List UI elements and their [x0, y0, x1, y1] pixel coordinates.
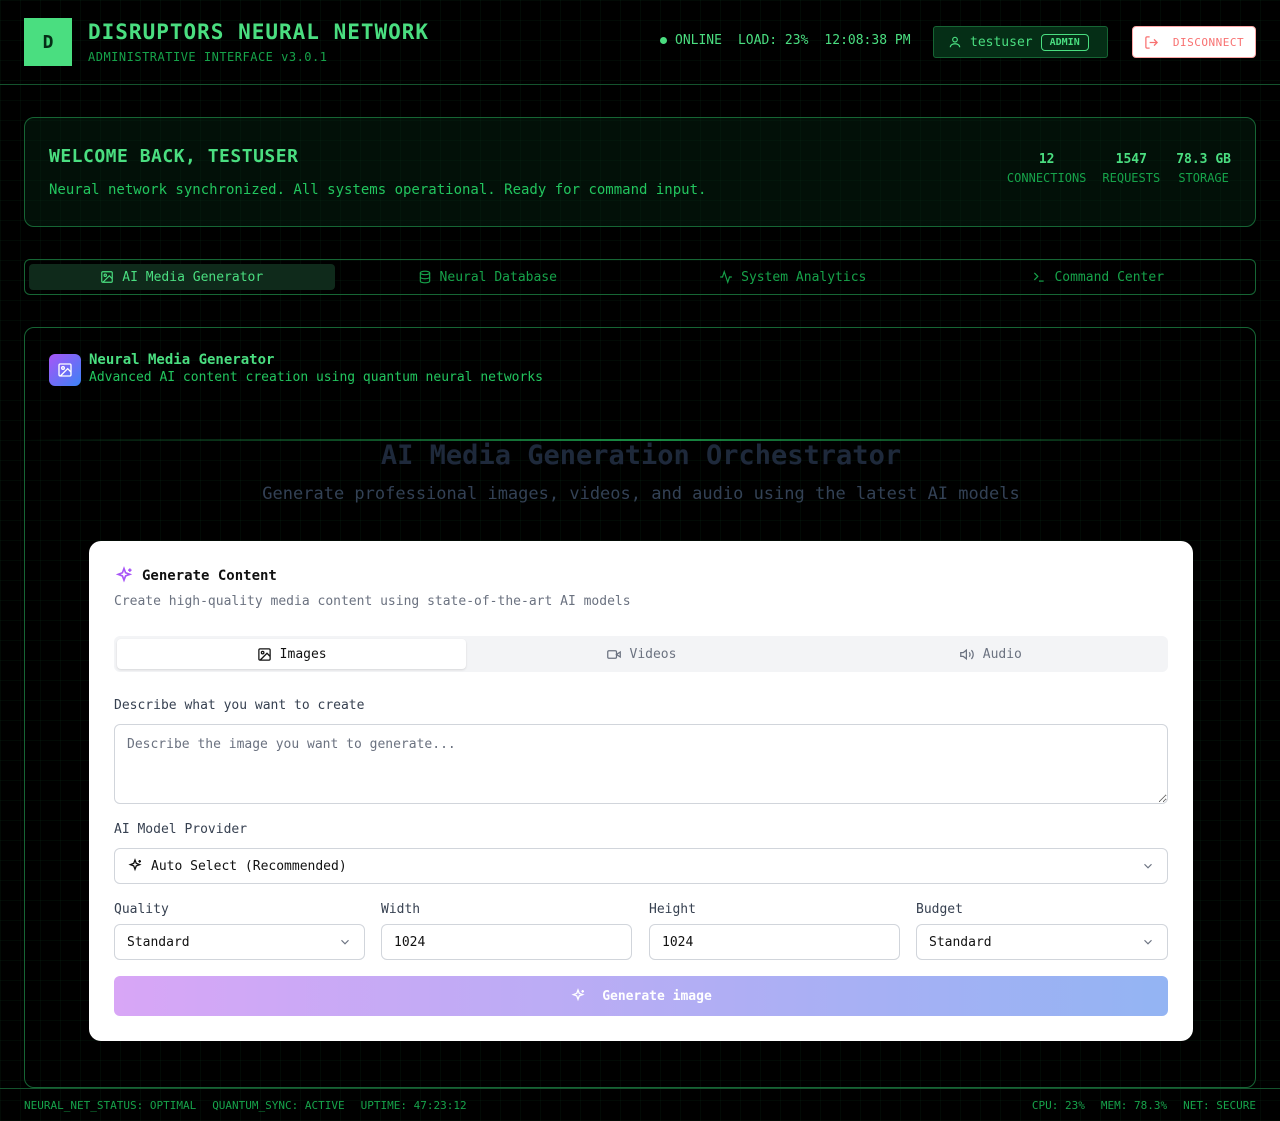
welcome-banner: WELCOME BACK, TESTUSER Neural network sy… — [24, 117, 1256, 227]
footer-left: NEURAL_NET_STATUS: OPTIMAL QUANTUM_SYNC:… — [24, 1099, 467, 1112]
sparkles-icon — [570, 988, 586, 1004]
chevron-down-icon — [338, 935, 352, 949]
media-type-tabs: Images Videos Audio — [114, 636, 1168, 672]
sparkles-icon — [114, 566, 134, 586]
user-icon — [948, 35, 962, 49]
image-icon — [49, 354, 81, 386]
tab-ai-media-generator[interactable]: AI Media Generator — [29, 264, 335, 290]
card-subtitle: Create high-quality media content using … — [114, 594, 631, 609]
status-footer: NEURAL_NET_STATUS: OPTIMAL QUANTUM_SYNC:… — [0, 1088, 1280, 1121]
terminal-icon — [1032, 270, 1046, 284]
tab-label: System Analytics — [741, 269, 867, 285]
quality-select[interactable]: Standard — [114, 924, 365, 960]
image-icon — [257, 647, 272, 662]
database-icon — [418, 270, 432, 284]
orchestrator-title: AI Media Generation Orchestrator — [380, 440, 902, 471]
activity-icon — [719, 270, 733, 284]
tab-label: Images — [279, 646, 327, 662]
generate-label: Generate image — [602, 988, 712, 1004]
stat-connections: 12 CONNECTIONS — [1007, 152, 1086, 185]
quality-value: Standard — [127, 934, 190, 950]
clock: 12:08:38 PM — [824, 33, 911, 48]
chevron-down-icon — [1141, 859, 1155, 873]
stat-requests: 1547 REQUESTS — [1102, 152, 1160, 185]
status-dot-icon — [660, 37, 667, 44]
welcome-message: Neural network synchronized. All systems… — [49, 182, 707, 198]
height-input[interactable] — [649, 924, 900, 960]
tab-videos[interactable]: Videos — [466, 639, 815, 669]
stats-group: 12 CONNECTIONS 1547 REQUESTS 78.3 GB STO… — [1007, 152, 1231, 185]
prompt-textarea[interactable] — [114, 724, 1168, 804]
logout-icon — [1144, 35, 1159, 50]
budget-value: Standard — [929, 934, 992, 950]
generate-content-card: Generate Content Create high-quality med… — [89, 541, 1193, 1041]
media-generator-panel: Neural Media Generator Advanced AI conte… — [24, 327, 1256, 1088]
footer-cpu: CPU: 23% — [1031, 1099, 1085, 1112]
tab-neural-database[interactable]: Neural Database — [335, 264, 641, 290]
footer-right: CPU: 23% MEM: 78.3% NET: SECURE — [1032, 1099, 1256, 1112]
tab-images[interactable]: Images — [117, 639, 467, 669]
budget-select[interactable]: Standard — [916, 924, 1168, 960]
card-title: Generate Content — [114, 566, 277, 586]
video-icon — [606, 647, 622, 662]
welcome-title: WELCOME BACK, TESTUSER — [49, 146, 299, 167]
height-label: Height — [649, 902, 696, 917]
tab-label: Audio — [982, 646, 1022, 662]
orchestrator-subtitle: Generate professional images, videos, an… — [262, 484, 1020, 504]
tab-command-center[interactable]: Command Center — [946, 264, 1252, 290]
image-icon — [100, 270, 114, 284]
stat-value: 78.3 GB — [1176, 152, 1231, 167]
sparkles-icon — [127, 858, 143, 874]
card-title-text: Generate Content — [142, 568, 277, 584]
stat-value: 12 — [1038, 152, 1055, 167]
status-text: ONLINE — [675, 33, 722, 48]
width-input[interactable] — [381, 924, 632, 960]
panel-subtitle: Advanced AI content creation using quant… — [89, 370, 543, 385]
speaker-icon — [959, 647, 975, 662]
provider-select[interactable]: Auto Select (Recommended) — [114, 848, 1168, 884]
quality-label: Quality — [114, 902, 169, 917]
app-header: D DISRUPTORS NEURAL NETWORK ADMINISTRATI… — [0, 0, 1280, 85]
footer-mem: MEM: 78.3% — [1100, 1099, 1168, 1112]
app-logo: D — [24, 18, 72, 66]
stat-value: 1547 — [1115, 152, 1147, 167]
status-indicator: ONLINE — [660, 33, 722, 48]
footer-uptime: UPTIME: 47:23:12 — [360, 1099, 467, 1112]
budget-label: Budget — [916, 902, 963, 917]
prompt-label: Describe what you want to create — [114, 698, 365, 713]
main-tab-bar: AI Media Generator Neural Database Syste… — [24, 259, 1256, 295]
stat-storage: 78.3 GB STORAGE — [1176, 152, 1231, 185]
panel-title: Neural Media Generator — [89, 352, 275, 368]
provider-label: AI Model Provider — [114, 822, 248, 837]
tab-label: AI Media Generator — [122, 269, 264, 285]
width-label: Width — [381, 902, 421, 917]
stat-label: REQUESTS — [1102, 171, 1161, 185]
stat-label: STORAGE — [1178, 171, 1229, 185]
generate-button[interactable]: Generate image — [114, 976, 1168, 1016]
system-status: ONLINE LOAD: 23% 12:08:38 PM — [660, 33, 911, 48]
footer-net: NET: SECURE — [1183, 1099, 1256, 1112]
tab-label: Videos — [629, 646, 677, 662]
load-indicator: LOAD: 23% — [737, 33, 809, 48]
tab-system-analytics[interactable]: System Analytics — [640, 264, 946, 290]
footer-quantum-sync: QUANTUM_SYNC: ACTIVE — [212, 1099, 345, 1112]
tab-label: Command Center — [1054, 269, 1165, 285]
role-badge: ADMIN — [1040, 33, 1089, 51]
username: testuser — [970, 34, 1033, 50]
stat-label: CONNECTIONS — [1006, 171, 1087, 185]
app-subtitle: ADMINISTRATIVE INTERFACE v3.0.1 — [88, 50, 328, 64]
disconnect-label: DISCONNECT — [1172, 35, 1245, 49]
chevron-down-icon — [1141, 935, 1155, 949]
footer-net-status: NEURAL_NET_STATUS: OPTIMAL — [24, 1099, 197, 1112]
disconnect-button[interactable]: DISCONNECT — [1132, 26, 1256, 58]
tab-label: Neural Database — [439, 269, 557, 285]
provider-value: Auto Select (Recommended) — [151, 858, 347, 874]
tab-audio[interactable]: Audio — [816, 639, 1165, 669]
app-title: DISRUPTORS NEURAL NETWORK — [88, 20, 430, 44]
user-chip[interactable]: testuser ADMIN — [933, 26, 1108, 58]
